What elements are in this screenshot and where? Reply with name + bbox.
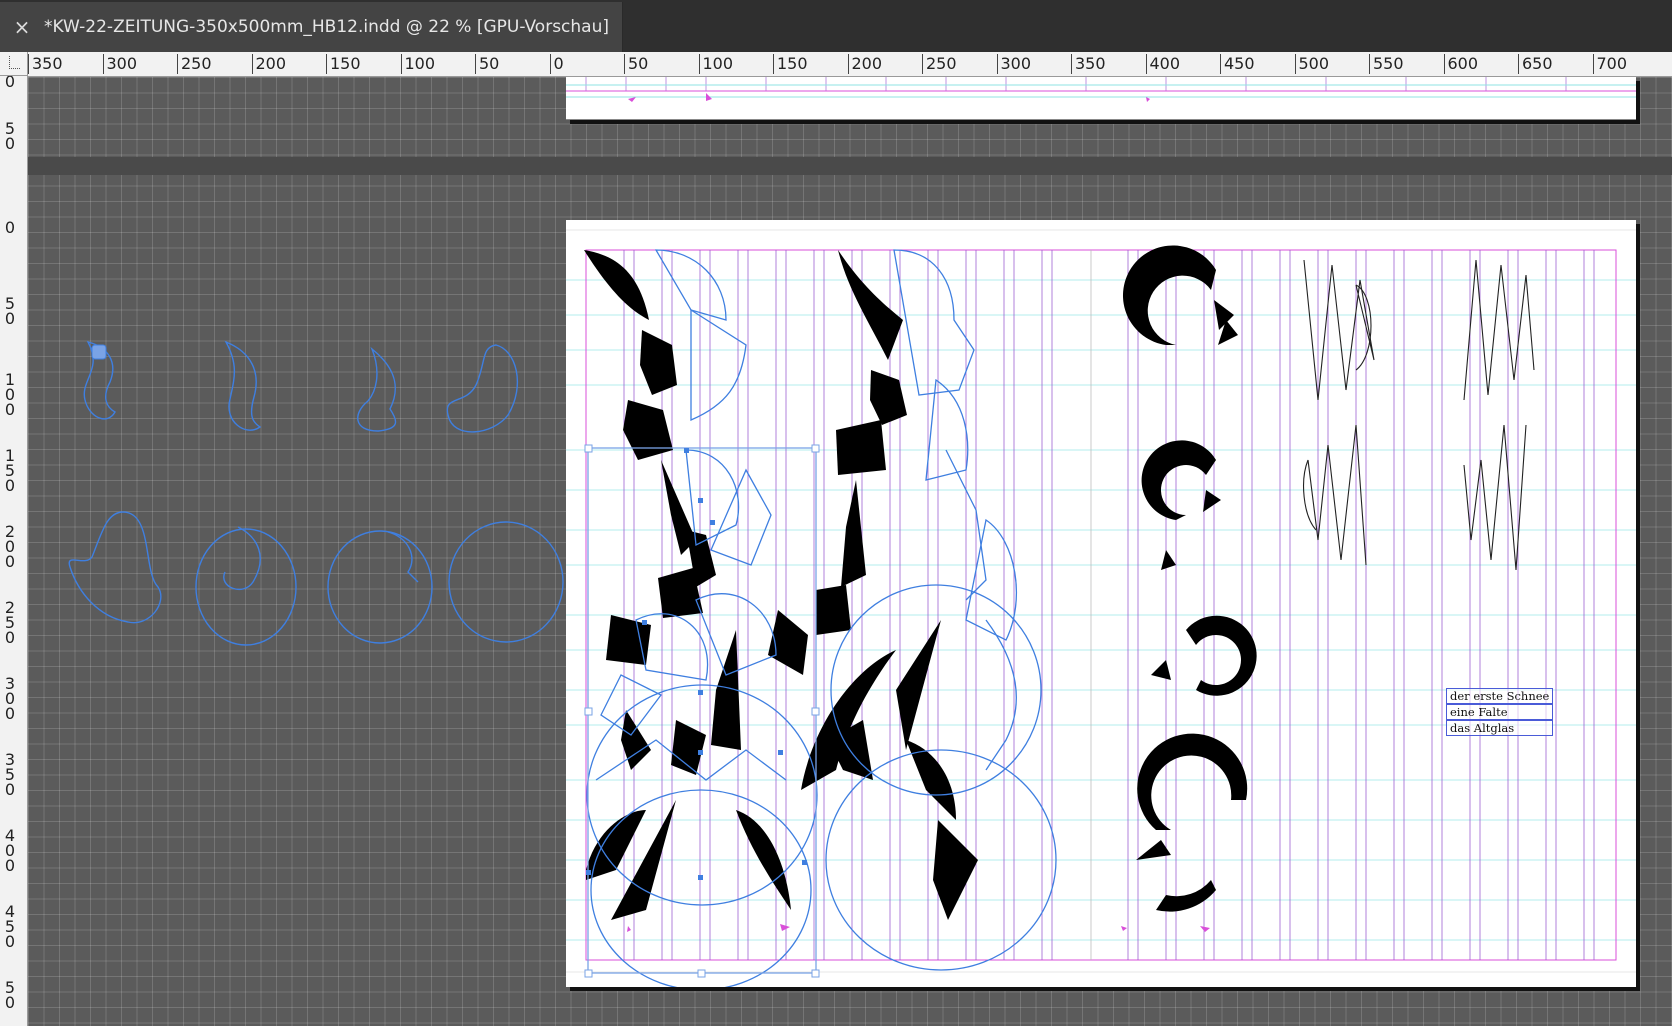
- ruler-tick-label: 2 5 0: [4, 598, 16, 647]
- ruler-origin-icon[interactable]: [0, 52, 28, 76]
- spread-separator: [28, 157, 1672, 175]
- ruler-tick-label: 50: [624, 54, 648, 74]
- previous-spread[interactable]: [566, 77, 1636, 120]
- ruler-tick-label: 200: [847, 54, 882, 74]
- ruler-tick-label: 100: [400, 54, 435, 74]
- ruler-tick-label: 650: [1518, 54, 1553, 74]
- ruler-tick-label: 600: [1443, 54, 1478, 74]
- tab-bar: × *KW-22-ZEITUNG-350x500mm_HB12.indd @ 2…: [0, 0, 1672, 52]
- ruler-tick-label: 250: [922, 54, 957, 74]
- ruler-tick-label: 200: [251, 54, 286, 74]
- horizontal-ruler[interactable]: 350 300 250 200 150 100 50 0 50 100 150 200 250 300 35…: [28, 52, 1672, 77]
- ruler-tick-label: 500: [1294, 54, 1329, 74]
- ruler-tick-label: 0: [549, 54, 564, 74]
- document-tab[interactable]: × *KW-22-ZEITUNG-350x500mm_HB12.indd @ 2…: [0, 2, 623, 52]
- ruler-tick-label: 0: [4, 218, 16, 237]
- spread-page[interactable]: der erste Schnee eine Falte das Altglas: [566, 220, 1636, 987]
- ruler-tick-label: 2 0 0: [4, 522, 16, 571]
- ruler-tick-label: 700: [1592, 54, 1627, 74]
- vertical-ruler[interactable]: 0 5 0 0 5 0 1 0 0 1 5 0 2 0 0 2 5 0 3 0 0 3 5 0 4 …: [0, 76, 28, 1026]
- ruler-tick-label: 3 0 0: [4, 674, 16, 723]
- text-line-2[interactable]: eine Falte: [1446, 704, 1554, 720]
- ruler-tick-label: 400: [1145, 54, 1180, 74]
- ruler-tick-label: 150: [326, 54, 361, 74]
- document-tab-title: *KW-22-ZEITUNG-350x500mm_HB12.indd @ 22 …: [44, 17, 609, 37]
- ruler-tick-label: 3 5 0: [4, 750, 16, 799]
- ruler-tick-label: 450: [1220, 54, 1255, 74]
- ruler-tick-label: 100: [698, 54, 733, 74]
- ruler-tick-label: 0: [4, 76, 16, 91]
- ruler-tick-label: 350: [28, 54, 63, 74]
- ruler-tick-label: 150: [773, 54, 808, 74]
- ruler-tick-label: 5 0: [4, 119, 16, 153]
- ruler-tick-label: 4 5 0: [4, 902, 16, 951]
- ruler-tick-label: 550: [1369, 54, 1404, 74]
- text-line-3[interactable]: das Altglas: [1446, 720, 1554, 736]
- ruler-tick-label: 350: [1071, 54, 1106, 74]
- ruler-tick-label: 1 0 0: [4, 370, 16, 419]
- close-icon[interactable]: ×: [0, 15, 44, 39]
- ruler-tick-label: 250: [177, 54, 212, 74]
- ruler-tick-label: 50: [475, 54, 499, 74]
- ruler-tick-label: 1 5 0: [4, 446, 16, 495]
- pasteboard-outlines[interactable]: [28, 227, 568, 687]
- anchor-icon[interactable]: [91, 344, 107, 360]
- ruler-tick-label: 300: [996, 54, 1031, 74]
- pasteboard[interactable]: der erste Schnee eine Falte das Altglas: [28, 77, 1672, 1026]
- text-frame[interactable]: der erste Schnee eine Falte das Altglas: [1446, 688, 1554, 736]
- ruler-tick-label: 300: [102, 54, 137, 74]
- ruler-tick-label: 4 0 0: [4, 826, 16, 875]
- ruler-tick-label: 5 0: [4, 294, 16, 328]
- ruler-tick-label: 5 0: [4, 978, 16, 1012]
- text-line-1[interactable]: der erste Schnee: [1446, 688, 1554, 704]
